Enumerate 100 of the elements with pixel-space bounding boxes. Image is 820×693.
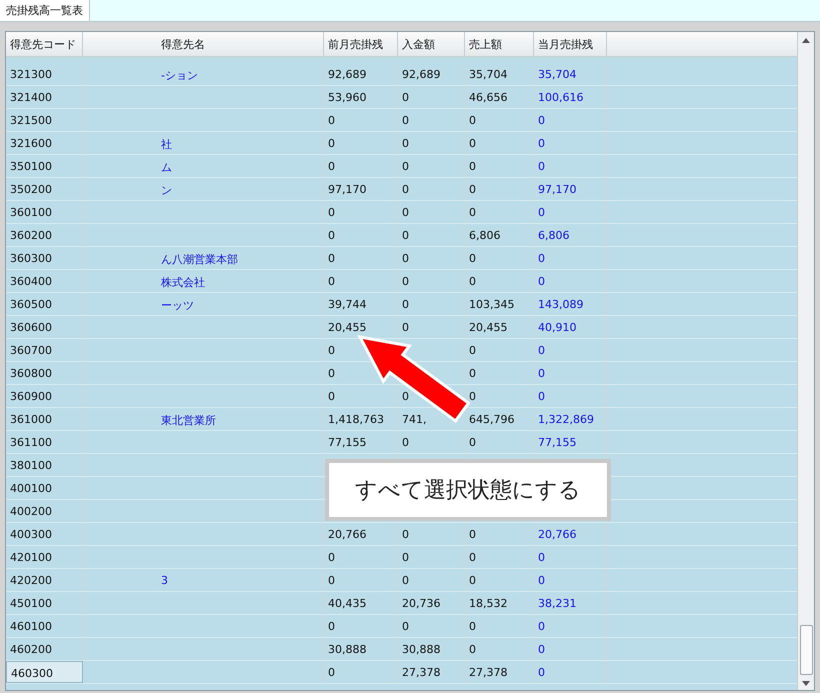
table-cell: 321500: [6, 109, 83, 131]
table-cell: 0: [465, 178, 534, 200]
table-cell: 350100: [6, 155, 83, 177]
table-cell: 0: [465, 431, 534, 453]
table-cell: 0: [324, 201, 398, 223]
table-cell: -ション: [83, 63, 324, 85]
table-cell: 0: [398, 431, 465, 453]
table-cell: 30,888: [324, 638, 398, 660]
table-cell: 0: [324, 155, 398, 177]
table-cell: 35,704: [534, 63, 607, 85]
table-cell: 0: [465, 546, 534, 568]
table-cell: ーッツ: [83, 293, 324, 315]
table-cell: 0: [465, 569, 534, 591]
column-header[interactable]: 入金額: [398, 32, 465, 56]
table-cell: 0: [324, 109, 398, 131]
scroll-down-icon[interactable]: [802, 681, 810, 686]
table-cell: 92,689: [324, 63, 398, 85]
table-cell: 0: [534, 638, 607, 660]
table-cell: 0: [534, 385, 607, 407]
table-cell: 0: [324, 224, 398, 246]
table-cell: 27,378: [398, 661, 465, 683]
table-cell: 360900: [6, 385, 83, 407]
table-cell: 0: [398, 546, 465, 568]
column-header[interactable]: 得意先コード: [6, 32, 83, 56]
table-cell: 20,766: [324, 523, 398, 545]
table-cell: 97,170: [534, 178, 607, 200]
column-header[interactable]: 前月売掛残: [324, 32, 398, 56]
table-cell: 0: [324, 661, 398, 683]
tab[interactable]: 売掛残高一覧表: [0, 0, 90, 21]
table-cell: 20,736: [398, 592, 465, 614]
table-cell: 400100: [6, 477, 83, 499]
table-cell: 6,806: [465, 224, 534, 246]
table-cell: 0: [465, 339, 534, 361]
table-cell: 321300: [6, 63, 83, 85]
table-cell: 0: [465, 155, 534, 177]
table-cell: 460200: [6, 638, 83, 660]
table-cell: 460300: [6, 661, 83, 683]
table-cell: 27,378: [465, 661, 534, 683]
table-cell: 360600: [6, 316, 83, 338]
table-cell: 0: [534, 132, 607, 154]
table-cell: 0: [534, 109, 607, 131]
table-cell: 0: [534, 362, 607, 384]
table-cell: 143,089: [534, 293, 607, 315]
table-cell: 0: [398, 86, 465, 108]
table-cell: 0: [398, 201, 465, 223]
table-cell: 0: [534, 569, 607, 591]
table-cell: 0: [534, 546, 607, 568]
table-cell: 360400: [6, 270, 83, 292]
table-cell: 321400: [6, 86, 83, 108]
table-cell: 0: [398, 109, 465, 131]
table-cell: ム: [83, 155, 324, 177]
column-header[interactable]: 売上額: [465, 32, 534, 56]
table-cell: 0: [398, 615, 465, 637]
table-cell: 0: [534, 247, 607, 269]
table-cell: 77,155: [534, 431, 607, 453]
table-cell: 350200: [6, 178, 83, 200]
table-cell: 0: [465, 132, 534, 154]
table-cell: 0: [465, 201, 534, 223]
callout-label: すべて選択状態にする: [325, 459, 611, 521]
table-cell: 103,345: [465, 293, 534, 315]
table-cell: 0: [324, 132, 398, 154]
table-cell: 0: [534, 615, 607, 637]
table-cell: 0: [465, 362, 534, 384]
table-cell: 0: [465, 638, 534, 660]
table-cell: 0: [398, 523, 465, 545]
table-cell: 1,418,763: [324, 408, 398, 430]
table-cell: 0: [398, 247, 465, 269]
table-cell: 0: [398, 316, 465, 338]
table-cell: 360700: [6, 339, 83, 361]
table-cell: 20,766: [534, 523, 607, 545]
table-cell: 東北営業所: [83, 408, 324, 430]
scroll-thumb[interactable]: [800, 625, 812, 675]
table-cell: 97,170: [324, 178, 398, 200]
table-cell: 1,322,869: [534, 408, 607, 430]
scroll-up-icon[interactable]: [802, 38, 810, 43]
table-cell: 420100: [6, 546, 83, 568]
table-cell: 361100: [6, 431, 83, 453]
table-cell: 3: [83, 569, 324, 591]
table-cell: 0: [398, 178, 465, 200]
table-cell: 0: [398, 132, 465, 154]
table-cell: 20,455: [465, 316, 534, 338]
table-cell: 380100: [6, 454, 83, 476]
table-cell: 400300: [6, 523, 83, 545]
table-cell: 100,616: [534, 86, 607, 108]
scrollbar[interactable]: [797, 32, 814, 690]
table-cell: 0: [324, 546, 398, 568]
column-header[interactable]: 得意先名: [83, 32, 324, 56]
table-cell: ん八潮営業本部: [83, 247, 324, 269]
table-cell: 360500: [6, 293, 83, 315]
table-cell: 35,704: [465, 63, 534, 85]
table-cell: 0: [398, 293, 465, 315]
table-cell: 0: [465, 270, 534, 292]
table-cell: 30,888: [398, 638, 465, 660]
table-cell: 0: [534, 661, 607, 683]
table-cell: 40,435: [324, 592, 398, 614]
table-cell: 360800: [6, 362, 83, 384]
table-cell: 40,910: [534, 316, 607, 338]
table-cell: 450100: [6, 592, 83, 614]
table-cell: ン: [83, 178, 324, 200]
column-header[interactable]: 当月売掛残: [534, 32, 607, 56]
